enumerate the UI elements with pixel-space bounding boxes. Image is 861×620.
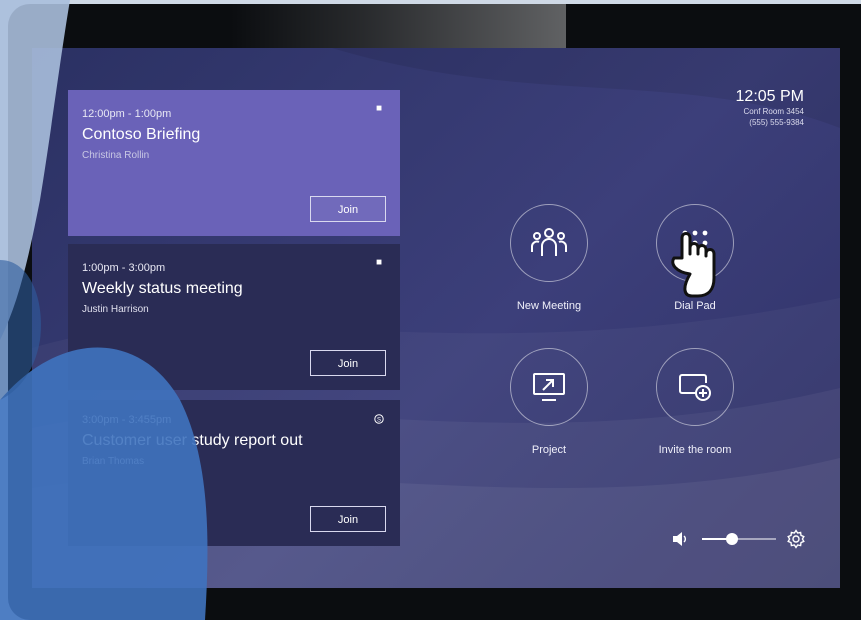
new-meeting-circle[interactable] xyxy=(510,204,588,282)
meeting-organizer: Justin Harrison xyxy=(82,304,149,315)
meeting-card[interactable]: ■ 1:00pm - 3:00pm Weekly status meeting … xyxy=(68,244,400,390)
invite-room-circle[interactable] xyxy=(656,348,734,426)
meeting-organizer: Christina Rollin xyxy=(82,150,150,161)
invite-room-button[interactable]: Invite the room xyxy=(630,348,760,456)
volume-slider-thumb[interactable] xyxy=(725,533,738,545)
speaker-icon[interactable] xyxy=(672,531,690,547)
room-name: Conf Room 3454 xyxy=(743,107,804,116)
skype-icon: S xyxy=(374,414,384,424)
join-button[interactable]: Join xyxy=(310,196,386,222)
meeting-card[interactable]: ■ 12:00pm - 1:00pm Contoso Briefing Chri… xyxy=(68,90,400,236)
people-icon xyxy=(531,228,567,256)
join-button[interactable]: Join xyxy=(310,506,386,532)
dial-pad-button[interactable]: Dial Pad xyxy=(630,204,760,312)
new-meeting-label: New Meeting xyxy=(516,300,582,312)
teams-icon: ■ xyxy=(375,257,383,268)
project-circle[interactable] xyxy=(510,348,588,426)
dial-pad-circle[interactable] xyxy=(656,204,734,282)
project-label: Project xyxy=(531,444,567,456)
dial-pad-icon xyxy=(682,230,708,256)
join-button[interactable]: Join xyxy=(310,350,386,376)
dial-pad-label: Dial Pad xyxy=(674,300,716,312)
clock-block: 12:05 PM Conf Room 3454 (555) 555-9384 xyxy=(736,88,804,128)
invite-room-label: Invite the room xyxy=(658,444,732,456)
meeting-time: 1:00pm - 3:00pm xyxy=(82,262,166,274)
project-button[interactable]: Project xyxy=(484,348,614,456)
meeting-organizer: Brian Thomas xyxy=(82,456,145,467)
project-screen-icon xyxy=(533,373,565,401)
room-console-screen: ■ 12:00pm - 1:00pm Contoso Briefing Chri… xyxy=(32,48,840,588)
teams-icon: ■ xyxy=(375,103,383,114)
gear-icon[interactable] xyxy=(786,529,806,549)
meeting-title: Weekly status meeting xyxy=(82,280,243,297)
meeting-card[interactable]: S 3:00pm - 3:455pm Customer user study r… xyxy=(68,400,400,546)
meeting-time: 12:00pm - 1:00pm xyxy=(82,108,172,120)
new-meeting-button[interactable]: New Meeting xyxy=(484,204,614,312)
meeting-title: Customer user study report out xyxy=(82,432,303,449)
current-time: 12:05 PM xyxy=(735,88,804,105)
invite-room-icon xyxy=(679,374,711,401)
meeting-time: 3:00pm - 3:455pm xyxy=(82,414,172,426)
room-phone: (555) 555-9384 xyxy=(749,118,804,127)
meeting-title: Contoso Briefing xyxy=(82,126,201,143)
svg-text:S: S xyxy=(377,417,381,423)
frame-glare xyxy=(230,4,566,48)
